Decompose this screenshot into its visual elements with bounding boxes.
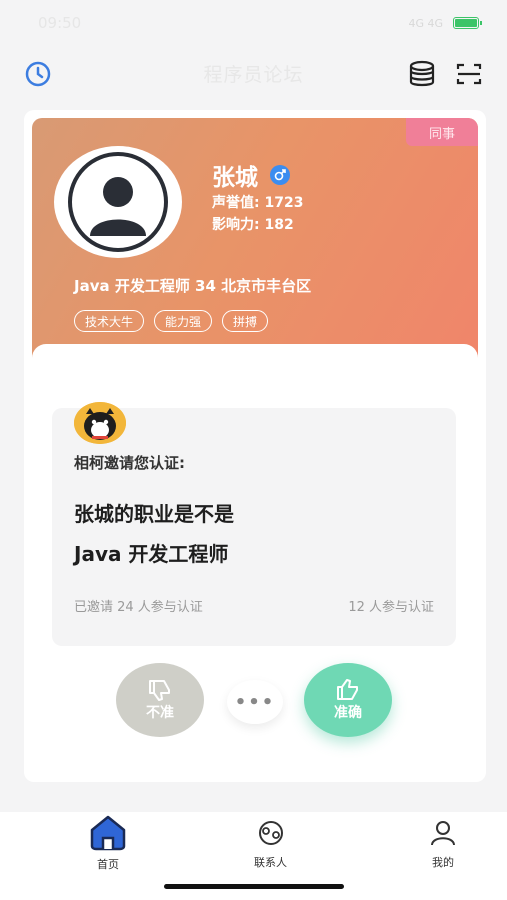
skill-tag: 技术大牛 <box>74 310 145 332</box>
thumbs-down-icon <box>149 680 170 701</box>
question-line: Java 开发工程师 <box>74 542 229 566</box>
home-icon <box>90 815 126 851</box>
nav-bar: 程序员论坛 <box>0 50 507 96</box>
disagree-button[interactable]: 不准 <box>116 663 204 737</box>
tab-home[interactable]: 首页 <box>86 812 130 872</box>
profile-header: 同事 张城 声誉值: 1723 影响力: 182 Java 开发工程师 34 北… <box>32 118 478 366</box>
participated-count: 12 人参与认证 <box>348 600 434 615</box>
home-indicator <box>164 884 344 889</box>
reputation-value: 声誉值: 1723 <box>212 195 304 211</box>
question-line: 张城的职业是不是 <box>74 502 234 526</box>
more-icon: ••• <box>234 691 276 713</box>
agree-button[interactable]: 准确 <box>304 663 392 737</box>
scan-icon[interactable] <box>454 60 484 88</box>
skill-tag: 能力强 <box>154 310 213 332</box>
status-indicators: 4G 4G <box>408 16 482 30</box>
tab-label: 首页 <box>97 858 119 871</box>
avatar[interactable] <box>54 146 182 258</box>
certification-question: 张城的职业是不是 Java 开发工程师 <box>74 494 434 574</box>
more-button[interactable]: ••• <box>227 680 283 724</box>
disagree-label: 不准 <box>146 705 174 721</box>
user-name: 张城 <box>212 165 258 191</box>
page-title: 程序员论坛 <box>203 63 304 86</box>
male-icon <box>270 165 290 185</box>
invited-count: 已邀请 24 人参与认证 <box>74 600 203 615</box>
network-indicator: 4G 4G <box>408 16 443 30</box>
name-row: 张城 <box>212 158 290 192</box>
skill-tag: 拼搏 <box>222 310 269 332</box>
job-info: Java 开发工程师 34 北京市丰台区 <box>74 277 312 295</box>
battery-icon <box>453 17 482 29</box>
invitation-box: 相柯邀请您认证: 张城的职业是不是 Java 开发工程师 已邀请 24 人参与认… <box>52 402 456 646</box>
clock-icon[interactable] <box>24 60 52 88</box>
tab-mine[interactable]: 我的 <box>428 818 458 870</box>
status-time: 09:50 <box>38 14 82 32</box>
invite-text: 相柯邀请您认证: <box>74 454 185 472</box>
contacts-icon <box>258 821 283 845</box>
tab-label: 联系人 <box>254 856 287 869</box>
agree-label: 准确 <box>334 705 362 721</box>
tab-label: 我的 <box>432 856 454 869</box>
relation-tag: 同事 <box>406 118 478 146</box>
status-bar: 09:50 4G 4G <box>0 0 507 46</box>
tab-contacts[interactable]: 联系人 <box>254 818 287 870</box>
influence-value: 影响力: 182 <box>212 217 294 233</box>
default-avatar-icon <box>68 152 168 252</box>
database-icon[interactable] <box>407 60 437 88</box>
user-icon <box>431 821 455 846</box>
skill-tags: 技术大牛 能力强 拼搏 <box>74 310 269 332</box>
inviter-avatar[interactable] <box>74 402 126 444</box>
thumbs-up-icon <box>337 679 358 700</box>
